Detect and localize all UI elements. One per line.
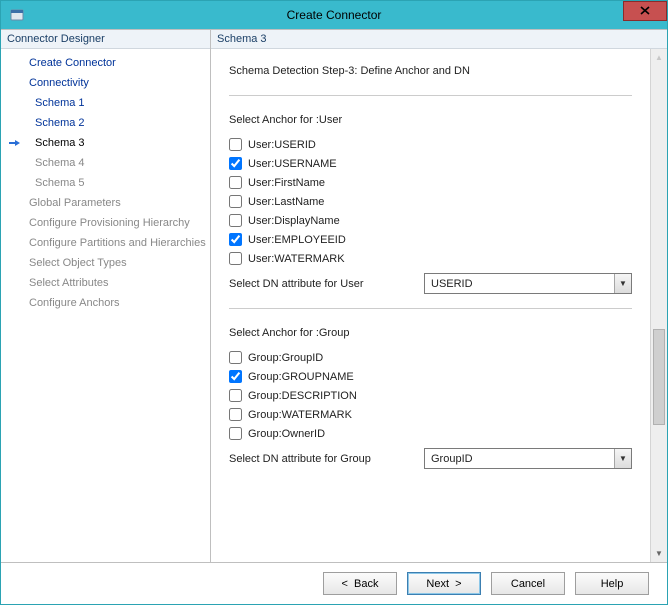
vertical-scrollbar[interactable]: ▲ ▼ — [650, 49, 667, 562]
chevron-down-icon: ▼ — [614, 449, 631, 468]
app-icon — [9, 7, 25, 23]
sidebar: Connector Designer Create ConnectorConne… — [1, 30, 211, 562]
user-anchor-check-row: User:DisplayName — [229, 214, 632, 227]
nav-item[interactable]: Create Connector — [1, 53, 210, 73]
nav-item: Select Object Types — [1, 253, 210, 273]
user-anchor-checkbox-label: User:USERNAME — [248, 158, 337, 170]
user-dn-combobox[interactable]: USERID ▼ — [424, 273, 632, 294]
content-area: Schema Detection Step-3: Define Anchor a… — [211, 49, 650, 562]
close-icon — [640, 4, 650, 18]
nav-item: Global Parameters — [1, 193, 210, 213]
user-anchor-checkbox[interactable] — [229, 195, 242, 208]
user-anchor-checkbox[interactable] — [229, 214, 242, 227]
group-dn-row: Select DN attribute for Group GroupID ▼ — [229, 448, 632, 469]
group-anchor-check-row: Group:WATERMARK — [229, 408, 632, 421]
user-anchor-checkbox-label: User:LastName — [248, 196, 324, 208]
chevron-down-icon: ▼ — [614, 274, 631, 293]
nav-item[interactable]: Schema 2 — [1, 113, 210, 133]
back-button[interactable]: < Back — [323, 572, 397, 595]
group-anchor-checkbox[interactable] — [229, 351, 242, 364]
nav-item: Select Attributes — [1, 273, 210, 293]
user-dn-label: Select DN attribute for User — [229, 278, 424, 290]
user-anchor-check-row: User:LastName — [229, 195, 632, 208]
group-anchor-checkbox[interactable] — [229, 408, 242, 421]
next-button[interactable]: Next > — [407, 572, 481, 595]
main-header: Schema 3 — [211, 30, 667, 49]
nav-item[interactable]: Schema 1 — [1, 93, 210, 113]
user-anchor-check-row: User:FirstName — [229, 176, 632, 189]
group-anchor-check-row: Group:GROUPNAME — [229, 370, 632, 383]
user-anchor-check-row: User:WATERMARK — [229, 252, 632, 265]
user-anchor-check-row: User:USERID — [229, 138, 632, 151]
scroll-up-arrow-icon: ▲ — [651, 49, 667, 66]
group-dn-combobox[interactable]: GroupID ▼ — [424, 448, 632, 469]
group-anchor-checkbox-label: Group:GroupID — [248, 352, 323, 364]
user-anchor-checkbox[interactable] — [229, 157, 242, 170]
help-button[interactable]: Help — [575, 572, 649, 595]
step-title: Schema Detection Step-3: Define Anchor a… — [229, 65, 632, 87]
user-anchor-checkbox-label: User:WATERMARK — [248, 253, 345, 265]
nav-item: Configure Anchors — [1, 293, 210, 313]
user-anchor-check-row: User:USERNAME — [229, 157, 632, 170]
nav-item: Schema 5 — [1, 173, 210, 193]
user-anchor-checkbox-label: User:FirstName — [248, 177, 325, 189]
main-panel: Schema 3 Schema Detection Step-3: Define… — [211, 30, 667, 562]
group-anchor-checkbox[interactable] — [229, 370, 242, 383]
group-anchor-check-row: Group:GroupID — [229, 351, 632, 364]
sidebar-header: Connector Designer — [1, 30, 210, 49]
group-anchor-check-row: Group:DESCRIPTION — [229, 389, 632, 402]
user-anchor-checkbox-label: User:EMPLOYEEID — [248, 234, 346, 246]
group-anchor-checkbox[interactable] — [229, 389, 242, 402]
user-anchor-checkbox[interactable] — [229, 138, 242, 151]
group-anchor-check-row: Group:OwnerID — [229, 427, 632, 440]
divider — [229, 308, 632, 309]
close-button[interactable] — [623, 1, 667, 21]
dialog-window: Create Connector Connector Designer Crea… — [0, 0, 668, 605]
footer: < Back Next > Cancel Help — [1, 562, 667, 604]
scroll-thumb[interactable] — [653, 329, 665, 425]
divider — [229, 95, 632, 96]
nav-item[interactable]: Connectivity — [1, 73, 210, 93]
group-anchor-checkbox-label: Group:DESCRIPTION — [248, 390, 357, 402]
group-dn-value: GroupID — [425, 453, 614, 465]
cancel-button[interactable]: Cancel — [491, 572, 565, 595]
group-anchor-checkbox[interactable] — [229, 427, 242, 440]
nav-item: Configure Provisioning Hierarchy — [1, 213, 210, 233]
user-anchor-checkbox-label: User:USERID — [248, 139, 316, 151]
nav-item: Configure Partitions and Hierarchies — [1, 233, 210, 253]
user-anchor-checkbox-label: User:DisplayName — [248, 215, 340, 227]
scroll-down-arrow-icon: ▼ — [651, 545, 667, 562]
user-dn-row: Select DN attribute for User USERID ▼ — [229, 273, 632, 294]
group-anchor-label: Select Anchor for :Group — [229, 327, 632, 339]
group-dn-label: Select DN attribute for Group — [229, 453, 424, 465]
nav-list: Create ConnectorConnectivitySchema 1Sche… — [1, 49, 210, 317]
user-dn-value: USERID — [425, 278, 614, 290]
window-title: Create Connector — [1, 8, 667, 22]
nav-item: Schema 4 — [1, 153, 210, 173]
dialog-body: Connector Designer Create ConnectorConne… — [1, 29, 667, 562]
titlebar: Create Connector — [1, 1, 667, 29]
group-anchor-checkbox-label: Group:GROUPNAME — [248, 371, 354, 383]
user-anchor-check-row: User:EMPLOYEEID — [229, 233, 632, 246]
scroll-track[interactable] — [651, 66, 667, 545]
user-anchor-checkbox[interactable] — [229, 252, 242, 265]
nav-item[interactable]: Schema 3 — [1, 133, 210, 153]
group-anchor-checkbox-label: Group:WATERMARK — [248, 409, 352, 421]
user-anchor-checkbox[interactable] — [229, 233, 242, 246]
group-anchor-checkbox-label: Group:OwnerID — [248, 428, 325, 440]
user-anchor-checkbox[interactable] — [229, 176, 242, 189]
user-anchor-label: Select Anchor for :User — [229, 114, 632, 126]
content-wrap: Schema Detection Step-3: Define Anchor a… — [211, 49, 667, 562]
